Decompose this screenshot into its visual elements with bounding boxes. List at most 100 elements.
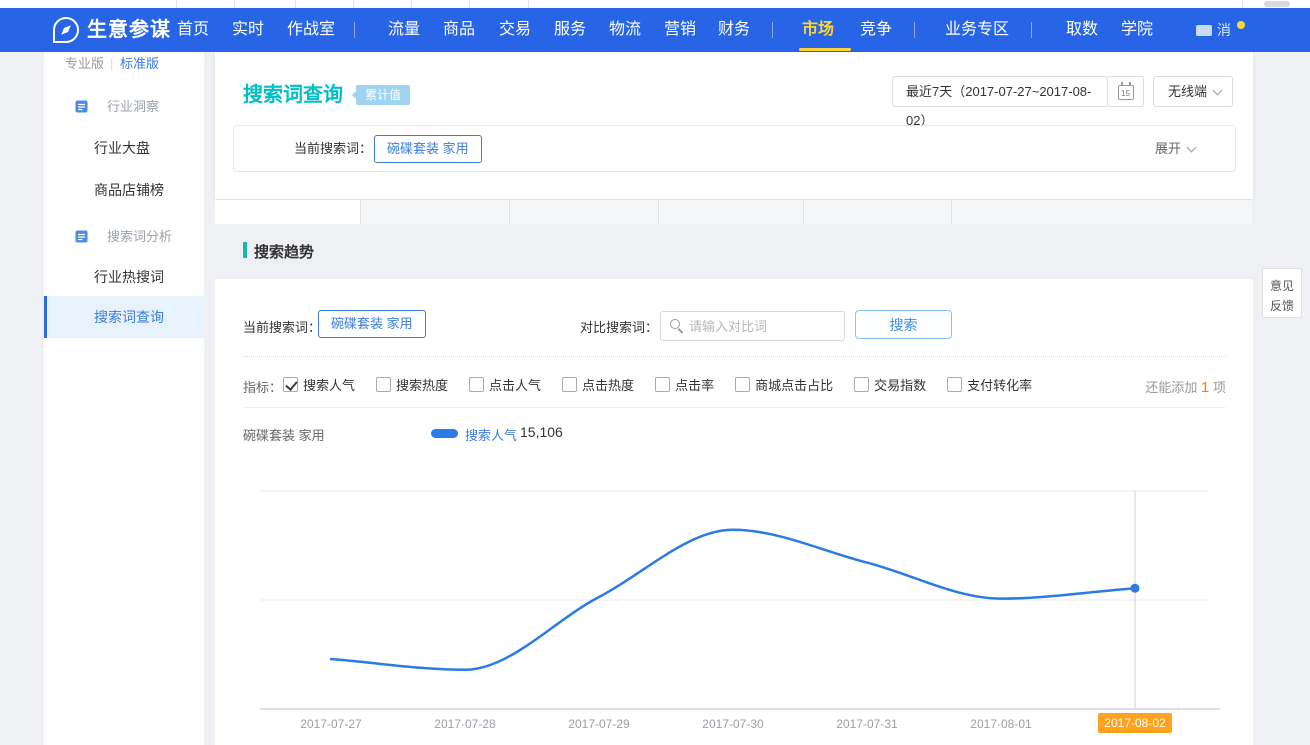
current-search-label: 当前搜索词： <box>294 126 372 171</box>
separator <box>243 407 1226 408</box>
nav-divider <box>354 22 355 38</box>
metric-checkbox-4[interactable]: 点击率 <box>655 375 714 394</box>
search-trend-card: 当前搜索词： 碗碟套装 家用 对比搜索词： 搜索 指标： 搜索人气 搜索热度 点击人… <box>215 279 1253 745</box>
nav-item-goods[interactable]: 商品 <box>443 8 475 52</box>
nav-divider <box>914 22 915 38</box>
search-button[interactable]: 搜索 <box>855 310 952 339</box>
nav-item-market-active[interactable]: 市场 <box>802 8 834 52</box>
sidebar: 专业版 | 标准版 行业洞察 行业大盘 商品店铺榜 搜索词分析 行业热搜词 搜索… <box>44 52 204 745</box>
sidebar-item-industry-dashboard[interactable]: 行业大盘 <box>94 138 150 158</box>
nav-item-business-zone[interactable]: 业务专区 <box>945 8 1009 52</box>
sidebar-item-industry-hot-words[interactable]: 行业热搜词 <box>94 267 164 287</box>
metric-checkbox-3[interactable]: 点击热度 <box>562 375 634 394</box>
remaining-quota-text: 还能添加 1 项 <box>1145 377 1226 396</box>
metric-checkbox-0[interactable]: 搜索人气 <box>283 375 355 394</box>
nav-item-traffic[interactable]: 流量 <box>388 8 420 52</box>
nav-divider <box>772 22 773 38</box>
nav-item-academy[interactable]: 学院 <box>1121 8 1153 52</box>
messages-label: 消息 <box>1217 8 1231 52</box>
cumulative-value-badge: 累计值 <box>356 85 410 105</box>
nav-item-finance[interactable]: 财务 <box>718 8 750 52</box>
nav-item-service[interactable]: 服务 <box>554 8 586 52</box>
calendar-button[interactable]: 15 <box>1107 76 1144 107</box>
date-range-button[interactable]: 最近7天（2017-07-27~2017-08-02） <box>892 76 1108 107</box>
metric-tab[interactable] <box>658 200 803 224</box>
legend-series-value: 15,106 <box>520 424 563 440</box>
chevron-down-icon <box>1187 143 1197 153</box>
dotted-separator <box>243 356 1226 357</box>
metrics-list: 搜索人气 搜索热度 点击人气 点击热度 点击率 商城点击占比 交易指数 支付转化率 <box>283 375 1032 394</box>
chart-legend: 碗碟套装 家用 搜索人气 15,106 <box>243 423 1226 443</box>
x-axis-label: 2017-07-28 <box>420 717 510 731</box>
report-icon <box>75 230 88 243</box>
compass-logo-icon <box>53 17 79 43</box>
unread-dot <box>1237 21 1245 29</box>
current-search-term-tag[interactable]: 碗碟套装 家用 <box>374 135 482 163</box>
nav-item-competition[interactable]: 竞争 <box>860 8 892 52</box>
checkbox-checked-icon <box>283 377 298 392</box>
brand-title[interactable]: 生意参谋 <box>87 8 171 52</box>
expand-button[interactable]: 展开 <box>1155 126 1195 171</box>
metric-checkbox-7[interactable]: 支付转化率 <box>947 375 1032 394</box>
chevron-down-icon <box>1213 86 1223 96</box>
checkbox-icon <box>469 377 484 392</box>
nav-item-home[interactable]: 首页 <box>177 8 209 52</box>
x-axis-label: 2017-07-30 <box>688 717 778 731</box>
checkbox-icon <box>735 377 750 392</box>
active-nav-underline <box>799 48 851 51</box>
checkbox-icon <box>376 377 391 392</box>
metric-tab[interactable] <box>951 200 1252 224</box>
checkbox-icon <box>947 377 962 392</box>
current-search-term-tag[interactable]: 碗碟套装 家用 <box>318 310 426 338</box>
metric-tab[interactable] <box>803 200 951 224</box>
current-search-filter-box: 当前搜索词： 碗碟套装 家用 展开 <box>233 125 1236 172</box>
feedback-line: 反馈 <box>1263 296 1301 316</box>
report-icon <box>75 100 88 113</box>
nav-item-data-fetch[interactable]: 取数 <box>1066 8 1098 52</box>
metric-checkbox-6[interactable]: 交易指数 <box>854 375 926 394</box>
marked-data-point <box>1131 584 1140 593</box>
version-tab-pro[interactable]: 专业版 <box>65 54 104 74</box>
compare-search-label: 对比搜索词： <box>558 317 658 336</box>
series-color-pill <box>431 429 458 438</box>
nav-item-logistics[interactable]: 物流 <box>609 8 641 52</box>
envelope-icon <box>1196 25 1212 36</box>
sidebar-item-goods-shop-rank[interactable]: 商品店铺榜 <box>94 180 164 200</box>
terminal-dropdown[interactable]: 无线端 <box>1153 76 1233 107</box>
nav-item-realtime[interactable]: 实时 <box>232 8 264 52</box>
sidebar-item-search-word-query-active[interactable]: 搜索词查询 <box>44 296 204 338</box>
x-axis-label: 2017-07-29 <box>554 717 644 731</box>
metric-checkbox-2[interactable]: 点击人气 <box>469 375 541 394</box>
metric-tab-strip <box>215 200 1253 224</box>
metrics-label: 指标： <box>243 377 282 396</box>
search-icon <box>670 319 680 329</box>
metric-tab[interactable] <box>215 200 360 224</box>
remaining-count: 1 <box>1201 379 1209 396</box>
metric-tab[interactable] <box>360 200 509 224</box>
metrics-row: 指标： 搜索人气 搜索热度 点击人气 点击热度 点击率 商城点击占比 交易指数 支付转化率 还… <box>243 375 1226 393</box>
current-search-label: 当前搜索词： <box>243 317 321 336</box>
metric-tab[interactable] <box>509 200 658 224</box>
top-edge-strip <box>0 0 1310 8</box>
metric-checkbox-1[interactable]: 搜索热度 <box>376 375 448 394</box>
version-tab-divider: | <box>110 54 113 74</box>
terminal-value: 无线端 <box>1168 84 1207 99</box>
trend-line-chart[interactable]: 2017-07-27 2017-07-28 2017-07-29 2017-07… <box>215 480 1253 745</box>
checkbox-icon <box>854 377 869 392</box>
version-tab-standard[interactable]: 标准版 <box>120 54 159 74</box>
nav-item-warroom[interactable]: 作战室 <box>287 8 335 52</box>
section-accent-bar <box>243 242 247 258</box>
legend-series-name[interactable]: 搜索人气 <box>465 425 517 444</box>
sidebar-group-search-analysis: 搜索词分析 <box>75 226 172 245</box>
nav-item-marketing[interactable]: 营销 <box>664 8 696 52</box>
checkbox-icon <box>562 377 577 392</box>
scrollbar-thumb[interactable] <box>1264 1 1290 7</box>
nav-item-trade[interactable]: 交易 <box>499 8 531 52</box>
metric-checkbox-5[interactable]: 商城点击占比 <box>735 375 833 394</box>
feedback-line: 意见 <box>1263 276 1301 296</box>
x-axis-label: 2017-07-27 <box>286 717 376 731</box>
compare-search-input[interactable] <box>660 311 845 341</box>
page-title: 搜索词查询 <box>243 78 343 107</box>
feedback-button[interactable]: 意见 反馈 <box>1262 268 1302 318</box>
nav-divider <box>1031 22 1032 38</box>
